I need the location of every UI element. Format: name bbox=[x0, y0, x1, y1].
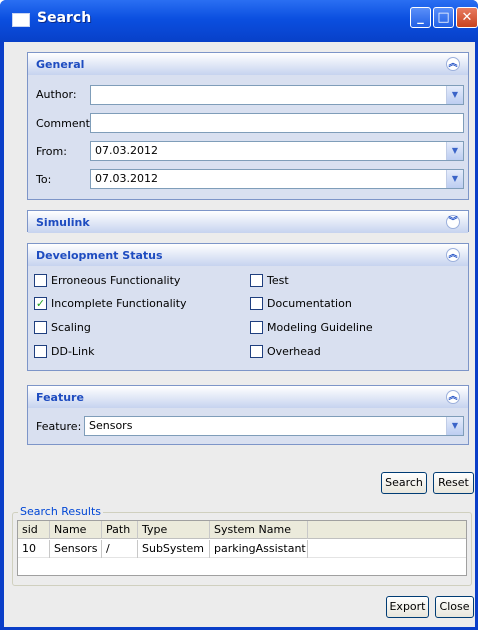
column-header-system-name[interactable]: System Name bbox=[210, 521, 308, 539]
table-row[interactable]: 10 Sensors / SubSystem parkingAssistant bbox=[18, 540, 466, 558]
modeling-guideline-checkbox[interactable]: Modeling Guideline bbox=[250, 321, 373, 334]
column-header-type[interactable]: Type bbox=[138, 521, 210, 539]
checkbox-label: Test bbox=[267, 274, 289, 287]
comment-label: Comment: bbox=[36, 117, 94, 130]
simulink-panel: Simulink ︾ bbox=[27, 210, 469, 233]
search-results-title: Search Results bbox=[18, 505, 104, 518]
erroneous-functionality-checkbox[interactable]: Erroneous Functionality bbox=[34, 274, 180, 287]
feature-panel-header[interactable]: Feature ︽ bbox=[28, 386, 468, 408]
checkbox-box[interactable] bbox=[34, 321, 47, 334]
export-button[interactable]: Export bbox=[386, 596, 429, 618]
table-cell: / bbox=[102, 540, 138, 558]
chevron-down-icon[interactable]: ▼ bbox=[446, 170, 463, 188]
table-cell: 10 bbox=[18, 540, 50, 558]
checkmark-icon[interactable]: ✓ bbox=[34, 297, 47, 310]
window-title: Search bbox=[37, 10, 92, 26]
checkbox-label: Documentation bbox=[267, 297, 352, 310]
scaling-checkbox[interactable]: Scaling bbox=[34, 321, 91, 334]
from-row: From: bbox=[36, 145, 91, 158]
checkbox-box[interactable] bbox=[250, 345, 263, 358]
title-bar[interactable]: Search _ □ ✕ bbox=[0, 0, 478, 42]
chevron-down-icon[interactable]: ▼ bbox=[446, 142, 463, 160]
checkbox-label: Erroneous Functionality bbox=[51, 274, 181, 287]
author-combobox[interactable]: ▼ bbox=[90, 85, 464, 105]
checkbox-box[interactable] bbox=[250, 297, 263, 310]
reset-button[interactable]: Reset bbox=[433, 472, 474, 494]
checkbox-box[interactable] bbox=[34, 345, 47, 358]
search-button[interactable]: Search bbox=[381, 472, 427, 494]
dd-link-checkbox[interactable]: DD-Link bbox=[34, 345, 94, 358]
column-header-path[interactable]: Path bbox=[102, 521, 138, 539]
overhead-checkbox[interactable]: Overhead bbox=[250, 345, 321, 358]
checkbox-label: Modeling Guideline bbox=[267, 321, 373, 334]
general-panel-header[interactable]: General ︽ bbox=[28, 53, 468, 75]
development-status-panel: Development Status ︽ Erroneous Functiona… bbox=[27, 243, 469, 371]
to-label: To: bbox=[36, 173, 52, 186]
checkbox-box[interactable] bbox=[250, 321, 263, 334]
test-checkbox[interactable]: Test bbox=[250, 274, 289, 287]
from-date-combobox[interactable]: 07.03.2012 ▼ bbox=[90, 141, 464, 161]
close-button[interactable]: Close bbox=[435, 596, 474, 618]
minimize-button[interactable]: _ bbox=[410, 7, 431, 28]
feature-panel-title: Feature bbox=[36, 390, 84, 404]
incomplete-functionality-checkbox[interactable]: ✓ Incomplete Functionality bbox=[34, 297, 187, 310]
checkbox-label: Incomplete Functionality bbox=[51, 297, 187, 310]
comment-input[interactable] bbox=[90, 113, 464, 133]
window-icon bbox=[12, 13, 30, 27]
general-panel: General ︽ Author: ▼ Comment: From: 07.03… bbox=[27, 52, 469, 200]
checkbox-label: Overhead bbox=[267, 345, 321, 358]
collapse-chevron-up-icon[interactable]: ︽ bbox=[446, 390, 460, 404]
collapse-chevron-up-icon[interactable]: ︽ bbox=[446, 248, 460, 262]
simulink-panel-title: Simulink bbox=[36, 215, 90, 229]
checkbox-box[interactable] bbox=[250, 274, 263, 287]
table-header: sid Name Path Type System Name bbox=[18, 521, 466, 539]
search-results-table[interactable]: sid Name Path Type System Name 10 Sensor… bbox=[17, 520, 467, 576]
feature-row: Feature: bbox=[36, 420, 88, 433]
close-window-button[interactable]: ✕ bbox=[456, 7, 478, 28]
search-window: Search _ □ ✕ General ︽ Author: ▼ Comment… bbox=[0, 0, 478, 630]
author-label: Author: bbox=[36, 88, 77, 101]
chevron-down-icon[interactable]: ▼ bbox=[446, 86, 463, 104]
documentation-checkbox[interactable]: Documentation bbox=[250, 297, 352, 310]
author-row: Author: bbox=[36, 88, 91, 101]
to-date-combobox[interactable]: 07.03.2012 ▼ bbox=[90, 169, 464, 189]
column-header-sid[interactable]: sid bbox=[18, 521, 50, 539]
maximize-button[interactable]: □ bbox=[433, 7, 454, 28]
feature-label: Feature: bbox=[36, 420, 82, 433]
checkbox-box[interactable] bbox=[34, 274, 47, 287]
checkbox-label: Scaling bbox=[51, 321, 91, 334]
column-header-name[interactable]: Name bbox=[50, 521, 102, 539]
collapse-chevron-up-icon[interactable]: ︽ bbox=[446, 57, 460, 71]
table-cell: Sensors bbox=[50, 540, 102, 558]
feature-combobox[interactable]: Sensors ▼ bbox=[84, 416, 464, 436]
chevron-down-icon[interactable]: ▼ bbox=[446, 417, 463, 435]
table-cell: SubSystem bbox=[138, 540, 210, 558]
checkbox-label: DD-Link bbox=[51, 345, 95, 358]
development-status-panel-header[interactable]: Development Status ︽ bbox=[28, 244, 468, 266]
feature-panel: Feature ︽ Feature: Sensors ▼ bbox=[27, 385, 469, 445]
development-status-panel-title: Development Status bbox=[36, 248, 163, 262]
comment-row: Comment: bbox=[36, 117, 94, 130]
from-label: From: bbox=[36, 145, 67, 158]
table-cell: parkingAssistant bbox=[210, 540, 308, 558]
general-panel-title: General bbox=[36, 57, 85, 71]
expand-chevron-down-icon[interactable]: ︾ bbox=[446, 215, 460, 229]
to-row: To: bbox=[36, 173, 91, 186]
simulink-panel-header[interactable]: Simulink ︾ bbox=[28, 211, 468, 233]
